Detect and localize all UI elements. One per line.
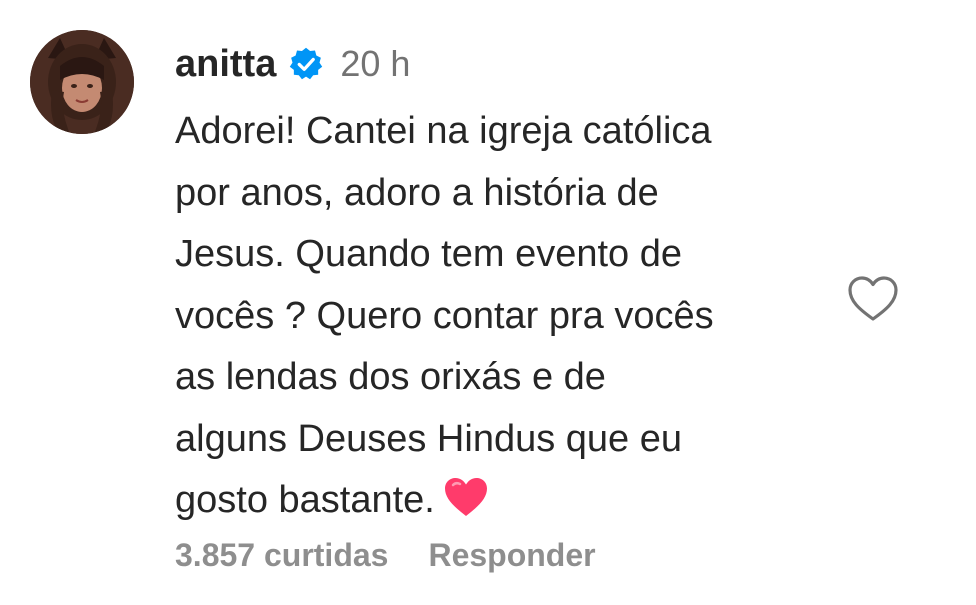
like-button[interactable] bbox=[845, 273, 901, 325]
reply-button[interactable]: Responder bbox=[428, 537, 595, 574]
comment-text-line-last: gosto bastante. bbox=[175, 470, 835, 532]
comment-text-line: Jesus. Quando tem evento de bbox=[175, 233, 682, 275]
comment-text-line: as lendas dos orixás e de bbox=[175, 356, 606, 398]
likes-count[interactable]: 3.857 curtidas bbox=[175, 537, 388, 574]
comment-footer: 3.857 curtidas Responder bbox=[175, 530, 596, 580]
verified-badge-icon bbox=[288, 46, 324, 82]
comment-text-line: por anos, adoro a história de bbox=[175, 171, 659, 214]
comment-text-line: alguns Deuses Hindus que eu bbox=[175, 417, 683, 460]
comment: anitta 20 h Adorei! Cantei na igreja cat… bbox=[0, 0, 976, 605]
comment-text: Adorei! Cantei na igreja católica por an… bbox=[175, 101, 835, 532]
heart-outline-icon bbox=[848, 276, 898, 321]
comment-text-line: Adorei! Cantei na igreja católica bbox=[175, 110, 712, 152]
comment-text-line: vocês ? Quero contar pra vocês bbox=[175, 294, 714, 337]
username[interactable]: anitta bbox=[175, 43, 276, 86]
avatar-image bbox=[30, 30, 134, 134]
pink-heart-emoji-icon bbox=[443, 476, 489, 518]
avatar[interactable] bbox=[30, 30, 134, 134]
timestamp[interactable]: 20 h bbox=[340, 43, 410, 85]
comment-header: anitta 20 h bbox=[175, 36, 410, 92]
comment-text-line: gosto bastante. bbox=[175, 479, 435, 521]
